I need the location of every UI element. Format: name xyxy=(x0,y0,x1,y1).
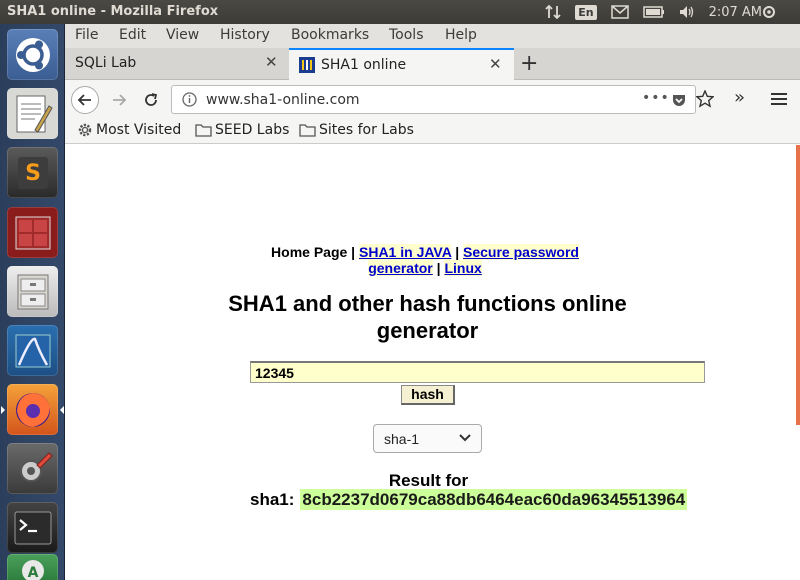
battery-icon[interactable] xyxy=(642,6,665,18)
folder-icon xyxy=(195,124,212,137)
sha1-in-java-link[interactable]: SHA1 in JAVA xyxy=(359,244,452,260)
new-tab-icon[interactable]: + xyxy=(520,51,538,76)
algorithm-selected-value: sha-1 xyxy=(384,431,420,447)
tab-sqli-lab[interactable]: SQLi Lab ✕ xyxy=(65,48,289,80)
reload-icon xyxy=(145,93,158,106)
mail-icon[interactable] xyxy=(610,5,629,19)
info-icon[interactable] xyxy=(182,92,197,107)
menu-help[interactable]: Help xyxy=(445,27,477,43)
menu-tools[interactable]: Tools xyxy=(389,27,424,43)
url-bar[interactable]: www.sha1-online.com ••• xyxy=(171,85,696,114)
launcher: S A xyxy=(0,24,65,580)
workspaces-icon xyxy=(15,216,50,249)
algorithm-select[interactable]: sha-1 xyxy=(373,424,482,453)
power-gear-icon[interactable] xyxy=(762,5,776,19)
hash-button[interactable]: hash xyxy=(401,385,455,405)
sublime-text-icon: S xyxy=(17,156,48,189)
web-page: Home Page | SHA1 in JAVA | Secure passwo… xyxy=(65,145,800,580)
pocket-icon[interactable] xyxy=(671,92,687,108)
text-editor-icon xyxy=(16,95,53,133)
site-favicon-icon xyxy=(299,57,315,73)
file-manager-launcher[interactable] xyxy=(7,266,58,317)
updater-icon: A xyxy=(21,560,44,580)
keyboard-layout-indicator[interactable]: En xyxy=(575,4,597,20)
site-nav: Home Page | SHA1 in JAVA | Secure passwo… xyxy=(271,244,579,276)
menu-history[interactable]: History xyxy=(220,27,270,43)
folder-icon xyxy=(299,124,316,137)
settings-wrench-icon xyxy=(19,451,53,482)
bookmark-sites-for-labs[interactable]: Sites for Labs xyxy=(299,122,414,138)
forward-button[interactable] xyxy=(105,86,133,114)
svg-text:S: S xyxy=(25,161,41,186)
tab-sha1-online[interactable]: SHA1 online ✕ xyxy=(289,48,514,81)
home-page-text: Home Page xyxy=(271,244,348,260)
menu-file[interactable]: File xyxy=(75,27,98,43)
system-tray: En 2:07 AM xyxy=(545,0,800,24)
linux-link[interactable]: Linux xyxy=(444,260,482,276)
network-arrows-icon[interactable] xyxy=(545,4,561,20)
result-hash-value[interactable]: 8cb2237d0679ca88db6464eac60da96345513964 xyxy=(300,489,688,510)
running-indicator xyxy=(1,406,5,414)
software-updater-launcher[interactable]: A xyxy=(7,554,58,580)
back-arrow-icon xyxy=(77,94,91,106)
result-algorithm: sha1: xyxy=(250,490,295,509)
forward-arrow-icon xyxy=(113,94,127,106)
svg-text:A: A xyxy=(27,565,38,580)
bookmark-star-icon[interactable] xyxy=(696,90,714,108)
bookmark-seed-labs[interactable]: SEED Labs xyxy=(195,122,289,138)
gear-icon xyxy=(78,123,92,137)
tab-label: SHA1 online xyxy=(321,57,407,73)
wireshark-fin-icon xyxy=(15,334,50,367)
page-title: SHA1 and other hash functions online gen… xyxy=(228,291,627,343)
bookmark-most-visited[interactable]: Most Visited xyxy=(77,122,181,138)
focused-indicator xyxy=(60,406,64,414)
page-actions-icon[interactable]: ••• xyxy=(642,90,670,106)
firefox-launcher[interactable] xyxy=(7,384,58,435)
hamburger-menu-icon[interactable] xyxy=(771,92,787,106)
workspaces-launcher[interactable] xyxy=(7,207,58,258)
navigation-toolbar: www.sha1-online.com ••• » xyxy=(65,80,800,118)
url-text[interactable]: www.sha1-online.com xyxy=(206,92,360,108)
overflow-chevron-icon[interactable]: » xyxy=(734,87,745,108)
menu-bookmarks[interactable]: Bookmarks xyxy=(291,27,369,43)
page-scrollbar[interactable] xyxy=(796,145,800,425)
system-settings-launcher[interactable] xyxy=(7,443,58,494)
result-line: sha1: 8cb2237d0679ca88db6464eac60da963455… xyxy=(250,489,688,510)
menu-view[interactable]: View xyxy=(166,27,199,43)
close-icon[interactable]: ✕ xyxy=(265,53,278,71)
ubuntu-logo-icon xyxy=(15,37,50,72)
firefox-icon xyxy=(15,392,50,427)
result-label: Result for xyxy=(388,471,469,490)
chevron-down-icon xyxy=(459,434,471,442)
hash-input-field[interactable]: 12345 xyxy=(250,361,705,383)
volume-icon[interactable] xyxy=(679,5,695,19)
system-top-bar: SHA1 online - Mozilla Firefox En 2:07 AM xyxy=(0,0,800,24)
menu-edit[interactable]: Edit xyxy=(119,27,146,43)
terminal-launcher[interactable] xyxy=(7,502,58,553)
ubuntu-dash-button[interactable] xyxy=(7,29,58,80)
back-button[interactable] xyxy=(71,86,99,114)
sublime-text-launcher[interactable]: S xyxy=(7,147,58,198)
menu-bar: File Edit View History Bookmarks Tools H… xyxy=(65,24,800,48)
terminal-icon xyxy=(14,511,51,544)
text-editor-launcher[interactable] xyxy=(7,88,58,139)
close-icon[interactable]: ✕ xyxy=(489,55,502,73)
clock[interactable]: 2:07 AM xyxy=(709,5,762,20)
file-cabinet-icon xyxy=(17,274,48,309)
window-title: SHA1 online - Mozilla Firefox xyxy=(7,4,219,19)
tab-strip: SQLi Lab ✕ SHA1 online ✕ + xyxy=(65,48,800,81)
reload-button[interactable] xyxy=(137,86,165,114)
wireshark-launcher[interactable] xyxy=(7,325,58,376)
bookmarks-toolbar: Most Visited SEED Labs Sites for Labs xyxy=(65,118,800,144)
tab-label: SQLi Lab xyxy=(75,55,137,71)
